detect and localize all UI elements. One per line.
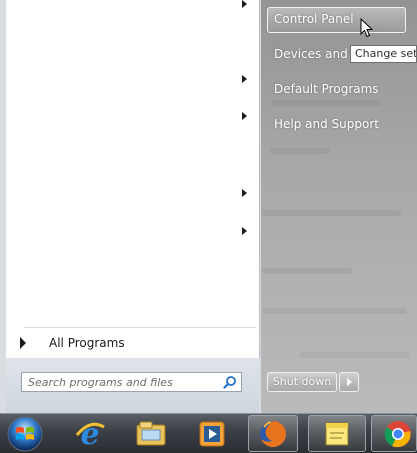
chrome-icon[interactable] — [381, 417, 415, 451]
jump-list-arrow-icon[interactable] — [242, 75, 247, 83]
search-input[interactable] — [28, 374, 213, 390]
tooltip: Change sett — [350, 45, 417, 63]
shutdown-button[interactable]: Shut down — [267, 372, 337, 392]
taskbar: e — [0, 413, 417, 453]
media-player-icon[interactable] — [195, 417, 229, 451]
search-area — [6, 358, 259, 413]
jump-list-arrow-icon[interactable] — [242, 0, 247, 8]
svg-text:e: e — [80, 417, 99, 451]
jump-list-arrow-icon[interactable] — [242, 112, 247, 120]
default-programs-link[interactable]: Default Programs — [274, 82, 379, 96]
start-orb-icon[interactable] — [6, 415, 44, 453]
all-programs-label: All Programs — [49, 336, 125, 350]
internet-explorer-icon[interactable]: e — [73, 417, 107, 451]
pinned-programs-list — [6, 0, 260, 358]
jump-list-arrow-icon[interactable] — [242, 189, 247, 197]
shutdown-options-button[interactable] — [339, 372, 359, 392]
search-box[interactable] — [21, 372, 242, 392]
triangle-right-icon — [20, 337, 26, 349]
devices-and-printers-link[interactable]: Devices and P — [274, 47, 359, 61]
start-menu-left-pane: All Programs — [0, 0, 261, 413]
triangle-right-icon — [347, 378, 352, 386]
search-icon[interactable] — [223, 375, 237, 389]
help-and-support-link[interactable]: Help and Support — [274, 117, 379, 131]
firefox-icon[interactable] — [256, 417, 290, 451]
all-programs-button[interactable]: All Programs — [6, 330, 259, 358]
separator — [24, 327, 256, 328]
file-explorer-icon[interactable] — [134, 417, 168, 451]
mouse-cursor-icon — [360, 18, 374, 38]
sticky-notes-icon[interactable] — [320, 417, 354, 451]
jump-list-arrow-icon[interactable] — [242, 227, 247, 235]
control-panel-link[interactable]: Control Panel — [274, 12, 354, 26]
